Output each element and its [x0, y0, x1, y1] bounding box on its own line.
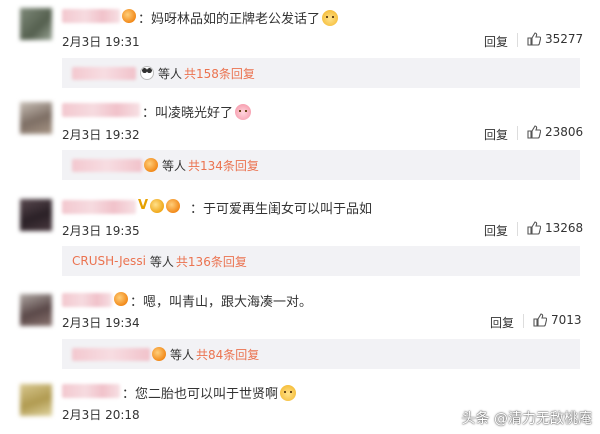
- user-badges: [122, 9, 136, 23]
- pig-emoji-icon: [235, 103, 252, 120]
- vip-badge-icon: [122, 9, 136, 23]
- vip-badge-icon: [166, 199, 180, 213]
- avatar[interactable]: [20, 102, 52, 134]
- comment-time: 2月3日 20:18: [62, 408, 140, 422]
- cat-emoji-icon: [322, 9, 339, 26]
- watermark-text: 头条 @清力无敌桃庵: [461, 411, 592, 427]
- comment-text-row: ：叫凌晓光好了: [142, 102, 252, 121]
- divider: [523, 314, 524, 328]
- comment-text: ：叫凌晓光好了: [142, 106, 234, 121]
- like-button[interactable]: 23806: [527, 125, 583, 139]
- thumbs-up-icon: [527, 125, 541, 139]
- user-name[interactable]: [62, 9, 120, 23]
- watermark: 头条 @清力无敌桃庵: [462, 408, 592, 428]
- comment-text: ：嗯，叫青山，跟大海凑一对。: [130, 295, 313, 310]
- replier-name[interactable]: [72, 347, 150, 361]
- avatar[interactable]: [20, 294, 52, 326]
- replier-name[interactable]: [72, 158, 142, 172]
- reply-count-link[interactable]: 共136条回复: [176, 253, 247, 270]
- comment-text-row: ：嗯，叫青山，跟大海凑一对。: [130, 291, 312, 310]
- comment-text: ：于可爱再生闺女可以叫于品如: [190, 202, 373, 217]
- user-name[interactable]: [62, 384, 120, 398]
- reply-summary[interactable]: 等人 共134条回复: [62, 150, 580, 180]
- avatar[interactable]: [20, 8, 52, 40]
- vip-badge-icon: [144, 158, 158, 172]
- user-name[interactable]: [62, 103, 140, 117]
- reply-button[interactable]: 回复: [484, 33, 508, 50]
- thumbs-up-icon: [527, 221, 541, 235]
- reply-button[interactable]: 回复: [490, 314, 514, 331]
- reply-summary[interactable]: CRUSH-Jessi 等人 共136条回复: [62, 246, 580, 276]
- reply-count-link[interactable]: 共134条回复: [188, 157, 259, 174]
- divider: [517, 126, 518, 140]
- like-count: 13268: [545, 221, 584, 235]
- reply-button[interactable]: 回复: [484, 222, 508, 239]
- crown-badge-icon: [150, 199, 164, 213]
- replier-name[interactable]: [72, 66, 136, 80]
- comment-time: 2月3日 19:35: [62, 224, 140, 238]
- user-name[interactable]: [62, 200, 136, 214]
- thumbs-up-icon: [527, 32, 541, 46]
- user-badges: V: [138, 199, 180, 213]
- comment-time: 2月3日 19:32: [62, 128, 140, 142]
- comment-text-row: ：于可爱再生闺女可以叫于品如: [190, 198, 372, 217]
- like-count: 23806: [545, 125, 584, 139]
- like-count: 7013: [551, 313, 582, 327]
- like-count: 35277: [545, 32, 584, 46]
- replier-name-link[interactable]: CRUSH-Jessi: [72, 254, 146, 268]
- user-name[interactable]: [62, 293, 112, 307]
- vip-badge-icon: [152, 347, 166, 361]
- divider: [517, 222, 518, 236]
- avatar[interactable]: [20, 199, 52, 231]
- verified-v-icon: V: [138, 198, 149, 213]
- reply-count-link[interactable]: 共84条回复: [196, 346, 259, 363]
- like-button[interactable]: 35277: [527, 32, 583, 46]
- comment-text: ：您二胎也可以叫于世贤啊: [122, 387, 279, 402]
- comment-text-row: ：妈呀林品如的正牌老公发话了: [138, 8, 339, 27]
- avatar[interactable]: [20, 384, 52, 416]
- reply-button[interactable]: 回复: [484, 126, 508, 143]
- user-badges: [114, 292, 128, 306]
- vip-badge-icon: [114, 292, 128, 306]
- like-button[interactable]: 7013: [533, 313, 582, 327]
- thumbs-up-icon: [533, 313, 547, 327]
- reply-others: 等人: [158, 66, 183, 81]
- reply-count-link[interactable]: 共158条回复: [184, 65, 255, 82]
- reply-others: 等人: [162, 158, 187, 173]
- cat-emoji-icon: [280, 384, 297, 401]
- reply-others: 等人: [170, 347, 195, 362]
- reply-summary[interactable]: 等人 共84条回复: [62, 339, 580, 369]
- panda-badge-icon: [140, 66, 154, 80]
- divider: [517, 33, 518, 47]
- comment-text-row: ：您二胎也可以叫于世贤啊: [122, 383, 297, 402]
- reply-others: 等人: [149, 254, 174, 269]
- like-button[interactable]: 13268: [527, 221, 583, 235]
- comment-text: ：妈呀林品如的正牌老公发话了: [138, 12, 321, 27]
- comment-time: 2月3日 19:31: [62, 35, 140, 49]
- reply-summary[interactable]: 等人 共158条回复: [62, 58, 580, 88]
- comment-time: 2月3日 19:34: [62, 316, 140, 330]
